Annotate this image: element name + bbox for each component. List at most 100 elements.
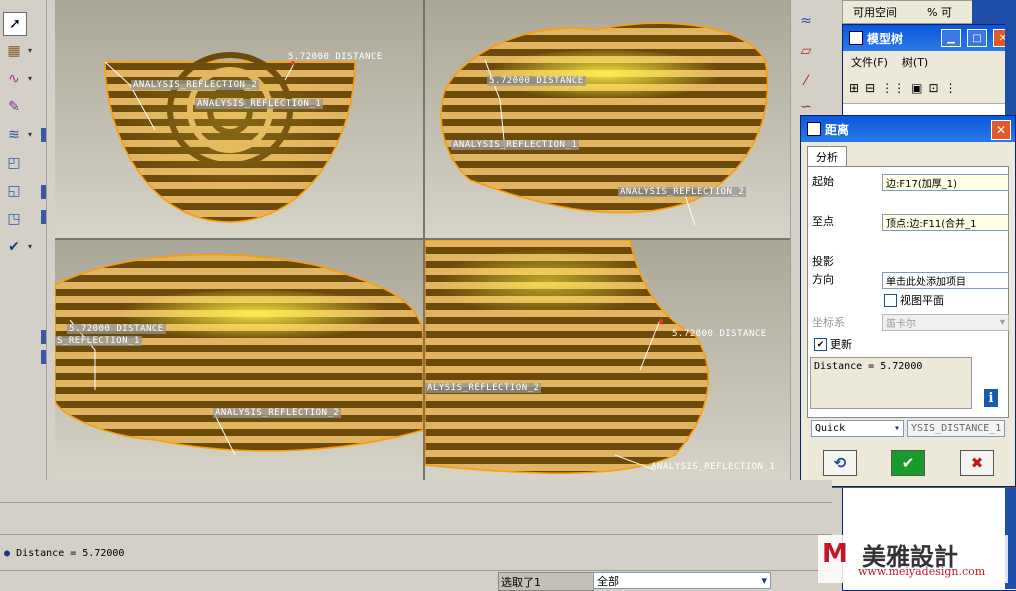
selection-filter-select[interactable]: 全部 ▾ [593,572,771,589]
distance-dialog: 距离 ✕ 分析 起始 边:F17(加厚_1) 至点 顶点:边:F11(合并_1 … [800,115,1016,487]
panel-indicator [41,350,46,364]
panel-indicator [41,128,46,142]
settings-icon[interactable]: ▣ [911,81,922,95]
viewport-bottom-left[interactable]: 5.72000 DISTANCE S_REFLECTION_1 ANALYSIS… [55,240,423,480]
view-plane-label: 视图平面 [900,294,944,307]
curve-analysis-icon[interactable]: ≈ [795,10,817,32]
menu-tree[interactable]: 树(T) [902,54,928,70]
tree-columns-icon[interactable]: ⋮⋮ [881,81,905,95]
draw-curve-icon[interactable]: ✎ [3,96,25,118]
to-label: 至点 [812,215,834,228]
model-tree-title: 模型树 [867,31,904,46]
mode-value: Quick [815,423,846,434]
projection-label: 投影 [812,255,834,268]
logo-mark: M [822,539,848,569]
from-label: 起始 [812,175,834,188]
reflection-annotation[interactable]: ANALYSIS_REFLECTION_1 [649,462,777,472]
viewport-top-right[interactable]: 5.72000 DISTANCE ANALYSIS_REFLECTION_1 A… [425,0,790,238]
reflection-annotation[interactable]: ANALYSIS_REFLECTION_2 [213,408,342,418]
top-status: 可用空间 % 可 [842,0,974,24]
csys-value: 笛卡尔 [886,319,916,330]
graphics-window[interactable]: 5.72000 DISTANCE ANALYSIS_REFLECTION_2 A… [55,0,790,480]
collapse-icon[interactable]: ⋮ [945,81,957,95]
analysis-panel: 起始 边:F17(加厚_1) 至点 顶点:边:F11(合并_1 投影 方向 单击… [807,166,1009,418]
chevron-down-icon[interactable]: ▾ [28,74,32,83]
dialog-titlebar: 距离 [801,116,1015,142]
distance-annotation[interactable]: 5.72000 DISTANCE [487,76,586,86]
model-tree-menu: 文件(F) 树(T) [843,51,1016,73]
message-area: ● Distance = 5.72000 [0,480,832,570]
reflection-annotation[interactable]: ANALYSIS_REFLECTION_1 [451,140,580,150]
minimize-icon[interactable]: ▁ [941,29,961,47]
dialog-title: 距离 [825,122,850,137]
viewport-bottom-right[interactable]: 5.72000 DISTANCE ALYSIS_REFLECTION_2 ANA… [425,240,790,480]
brand-url: www.meiyadesign.com [858,565,986,578]
expand-icon[interactable]: ⊡ [928,81,938,95]
filter-value: 全部 [597,574,619,588]
info-icon[interactable]: i [984,389,998,407]
reflection-annotation[interactable]: ALYSIS_REFLECTION_2 [425,383,542,393]
desktop-background [972,0,1016,24]
repeat-button[interactable]: ⟲ [823,450,857,476]
model-tree-titlebar: 模型树 ▁ □ ✕ [843,25,1016,51]
distance-annotation[interactable]: 5.72000 DISTANCE [67,324,166,334]
from-field[interactable]: 边:F17(加厚_1) [882,174,1009,191]
window-icon [807,122,821,136]
watermark-logo: M 美雅設計 www.meiyadesign.com [818,535,1008,583]
percent-label: % 可 [927,6,952,19]
sketch-plane-icon[interactable]: ▦ [3,40,25,62]
message-line: ● Distance = 5.72000 [4,548,124,559]
reflection-annotation[interactable]: ANALYSIS_REFLECTION_2 [618,187,747,197]
mode-select[interactable]: Quick ▾ [811,420,904,437]
select-arrow-icon[interactable]: ➚ [3,12,27,36]
status-bar: 选取了1 全部 ▾ [0,570,832,591]
viewport-top-left[interactable]: 5.72000 DISTANCE ANALYSIS_REFLECTION_2 A… [55,0,423,238]
curve-icon[interactable]: ∿ [3,68,25,90]
reflection-annotation[interactable]: S_REFLECTION_1 [55,336,142,346]
left-toolbar: ➚ ▦ ▾ ∿ ▾ ✎ ≋ ▾ ◰ ◱ ◳ ✔ ▾ [0,0,47,480]
filter-icon[interactable]: ⊟ [865,81,875,95]
chevron-down-icon[interactable]: ▾ [28,242,32,251]
maximize-icon[interactable]: □ [967,29,987,47]
surface-icon[interactable]: ≋ [3,124,25,146]
distance-annotation[interactable]: 5.72000 DISTANCE [670,329,769,339]
ok-button[interactable]: ✔ [891,450,925,476]
datum-plane-icon[interactable]: ▱ [795,40,817,62]
trim-surface-icon[interactable]: ◳ [3,208,25,230]
chevron-down-icon[interactable]: ▾ [28,130,32,139]
offset-surface-icon[interactable]: ◱ [3,180,25,202]
bullet-icon: ● [4,548,11,559]
close-icon[interactable]: ✕ [991,120,1011,140]
menu-file[interactable]: 文件(F) [851,54,888,70]
direction-label: 方向 [812,273,834,286]
reflection-annotation[interactable]: ANALYSIS_REFLECTION_1 [195,99,324,109]
distance-annotation[interactable]: 5.72000 DISTANCE [286,52,385,62]
csys-label: 坐标系 [812,316,845,329]
window-icon [849,31,863,45]
result-text: Distance = 5.72000 [814,361,923,372]
update-checkbox[interactable]: ✔ [814,338,827,351]
divider [0,502,832,503]
view-plane-checkbox[interactable] [884,294,897,307]
to-field[interactable]: 顶点:边:F11(合并_1 [882,214,1009,231]
cancel-button[interactable]: ✖ [960,450,994,476]
panel-indicator [41,330,46,344]
csys-select[interactable]: 笛卡尔 ▾ [882,314,1009,331]
show-icon[interactable]: ⊞ [849,81,859,95]
result-box: Distance = 5.72000 [810,357,972,409]
datum-axis-icon[interactable]: ⁄ [795,70,817,92]
reflection-annotation[interactable]: ANALYSIS_REFLECTION_2 [131,80,260,90]
message-text: Distance = 5.72000 [16,548,125,559]
divider [0,534,832,535]
panel-indicator [41,210,46,224]
model-tree-toolbar: ⊞ ⊟ ⋮⋮ ▣ ⊡ ⋮ [843,73,1016,104]
chevron-down-icon[interactable]: ▾ [28,46,32,55]
boundary-surface-icon[interactable]: ◰ [3,152,25,174]
panel-indicator [41,185,46,199]
analysis-name-field[interactable]: YSIS_DISTANCE_1 [907,420,1005,437]
confirm-check-icon[interactable]: ✔ [3,236,25,258]
chevron-down-icon: ▾ [999,317,1005,328]
chevron-down-icon: ▾ [761,574,767,587]
tab-analysis[interactable]: 分析 [807,146,847,167]
direction-field[interactable]: 单击此处添加项目 [882,272,1009,289]
